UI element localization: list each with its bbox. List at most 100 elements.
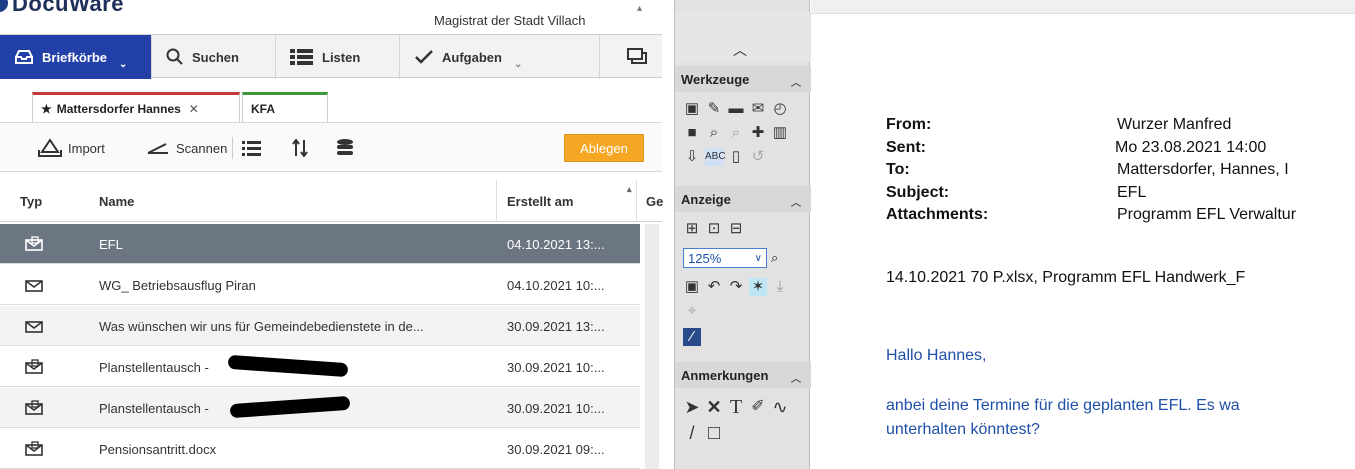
import-label: Import: [68, 140, 105, 156]
table-row[interactable]: WG_ Betriebsausflug Piran 04.10.2021 10:.…: [0, 265, 640, 305]
zoom-select[interactable]: 125% ∨: [683, 248, 767, 268]
document-clock-icon[interactable]: ◴: [771, 100, 789, 118]
crosshair-icon[interactable]: ⌖: [683, 302, 701, 320]
window-icon[interactable]: [626, 47, 648, 65]
email-field-value: Wurzer Manfred: [1117, 116, 1232, 133]
checkmark-icon: [415, 50, 433, 64]
rectangle-icon[interactable]: □: [705, 423, 723, 443]
column-header-more[interactable]: Ge: [646, 180, 663, 222]
section-werkzeuge[interactable]: Werkzeuge ︿: [675, 66, 811, 92]
view-row: ▣ ↶ ↷ ✶ ⤓: [683, 278, 789, 296]
email-icon[interactable]: ✉: [749, 100, 767, 118]
save-icon[interactable]: ▣: [683, 100, 701, 118]
tab-kfa[interactable]: KFA: [242, 92, 328, 122]
database-button[interactable]: [336, 123, 354, 173]
row-created-date: 30.09.2021 10:...: [507, 400, 605, 416]
annotation-row: / □: [683, 423, 723, 443]
table-row[interactable]: Pensionsantritt.docx 30.09.2021 09:...: [0, 429, 640, 469]
store-button[interactable]: Ablegen: [564, 134, 644, 162]
upload-icon: [38, 138, 62, 157]
cross-icon[interactable]: ✕: [705, 398, 723, 416]
grid-icon[interactable]: ■: [683, 124, 701, 142]
nav-listen[interactable]: Listen: [276, 35, 400, 79]
fit-full-icon[interactable]: ⊟: [727, 220, 745, 238]
download-view-icon[interactable]: ⤓: [771, 278, 789, 296]
email-field-label: Attachments:: [886, 206, 989, 223]
rotate-right-icon[interactable]: ↷: [727, 278, 745, 296]
pencil-icon[interactable]: ✎: [705, 100, 723, 118]
line-icon[interactable]: /: [683, 424, 701, 442]
column-header-name[interactable]: Name: [99, 180, 134, 222]
text-icon[interactable]: T: [727, 397, 745, 417]
close-icon[interactable]: ✕: [189, 102, 199, 116]
chevron-up-icon[interactable]: ︿: [791, 74, 801, 89]
section-anmerkungen[interactable]: Anmerkungen ︿: [675, 362, 811, 388]
pin-icon[interactable]: ✚: [749, 124, 767, 142]
email-field-label: From:: [886, 116, 932, 133]
column-divider[interactable]: [636, 180, 637, 222]
chevron-down-icon[interactable]: ⌄: [119, 59, 127, 70]
table-row[interactable]: Planstellentausch -30.09.2021 10:...: [0, 347, 640, 387]
sort-icon: [292, 139, 308, 157]
chevron-down-icon: ∨: [754, 252, 762, 264]
nav-aufgaben[interactable]: Aufgaben ⌄: [400, 35, 600, 79]
chevron-down-icon[interactable]: ⌄: [514, 59, 522, 70]
sort-button[interactable]: [292, 123, 308, 173]
view-row: ⁄: [683, 328, 701, 346]
rotate-left-icon[interactable]: ↶: [705, 278, 723, 296]
scan-button[interactable]: Scannen: [146, 123, 227, 173]
ocr-icon[interactable]: ABC: [705, 148, 726, 166]
import-button[interactable]: Import: [38, 123, 105, 173]
annotation-pen-icon[interactable]: ⁄: [683, 328, 701, 346]
table-row[interactable]: Planstellentausch -30.09.2021 10:...: [0, 388, 640, 428]
list-toolbar: Import Scannen Ablegen: [0, 122, 662, 172]
attachments-continued: 14.10.2021 70 P.xlsx, Programm EFL Handw…: [886, 269, 1246, 286]
search-icon[interactable]: ⌕: [705, 124, 723, 142]
save-view-icon[interactable]: ▣: [683, 278, 701, 296]
database-icon: [337, 139, 353, 155]
highlighter-icon[interactable]: ✐: [749, 398, 767, 416]
search-icon: [166, 48, 183, 65]
fit-page-icon[interactable]: ⊡: [705, 220, 723, 238]
chevron-up-icon[interactable]: ︿: [791, 370, 801, 385]
magic-wand-icon[interactable]: ✶: [749, 278, 767, 296]
column-divider[interactable]: [496, 180, 497, 222]
panel-top: ︿: [675, 12, 811, 62]
table-row[interactable]: EFL 04.10.2021 13:...: [0, 224, 640, 264]
scrollbar[interactable]: [645, 224, 659, 469]
panel-icon[interactable]: ▥: [771, 124, 789, 142]
zoom-value: 125%: [688, 250, 722, 266]
inbox-icon: [15, 50, 33, 64]
mail-icon: [24, 306, 44, 346]
row-created-date: 04.10.2021 10:...: [507, 277, 605, 293]
download-icon[interactable]: ⇩: [683, 148, 701, 166]
table-row[interactable]: Was wünschen wir uns für Gemeindebediens…: [0, 306, 640, 346]
tab-mattersdorfer-hannes[interactable]: ★ Mattersdorfer Hannes ✕: [32, 92, 240, 122]
fit-width-icon[interactable]: ⊞: [683, 220, 701, 238]
mail-greeting: Hallo Hannes,: [886, 347, 987, 364]
mail-attachment-icon: [24, 429, 44, 469]
nav-suchen[interactable]: Suchen: [152, 35, 276, 79]
nav-briefkoerbe[interactable]: Briefkörbe ⌄: [0, 35, 152, 79]
list-view-button[interactable]: [242, 123, 262, 173]
nav-label: Briefkörbe: [42, 49, 108, 65]
print-icon[interactable]: ▬: [727, 100, 745, 118]
history-icon[interactable]: ↺: [749, 148, 767, 166]
column-header-type[interactable]: Typ: [20, 180, 42, 222]
row-created-date: 04.10.2021 13:...: [507, 236, 605, 252]
view-row: ⌖: [683, 302, 701, 320]
section-anzeige[interactable]: Anzeige ︿: [675, 186, 811, 212]
pointer-icon[interactable]: ➤: [683, 398, 701, 416]
docuware-logo-icon: [0, 0, 8, 12]
viewer-toolbar: [811, 0, 1355, 14]
chevron-up-icon[interactable]: ︿: [791, 194, 801, 209]
column-header-created[interactable]: Erstellt am: [507, 180, 573, 222]
organization-name: Magistrat der Stadt Villach: [434, 13, 586, 28]
clipboard-icon[interactable]: ▯: [727, 148, 745, 166]
zoom-search-icon[interactable]: ⌕: [771, 250, 778, 266]
chevron-up-icon[interactable]: ▴: [637, 3, 642, 14]
freehand-icon[interactable]: ∿: [771, 398, 789, 416]
chevron-up-icon[interactable]: ︿: [733, 40, 747, 60]
search-highlight-icon[interactable]: ⌕: [727, 124, 745, 142]
row-name: Was wünschen wir uns für Gemeindebediens…: [99, 318, 424, 334]
